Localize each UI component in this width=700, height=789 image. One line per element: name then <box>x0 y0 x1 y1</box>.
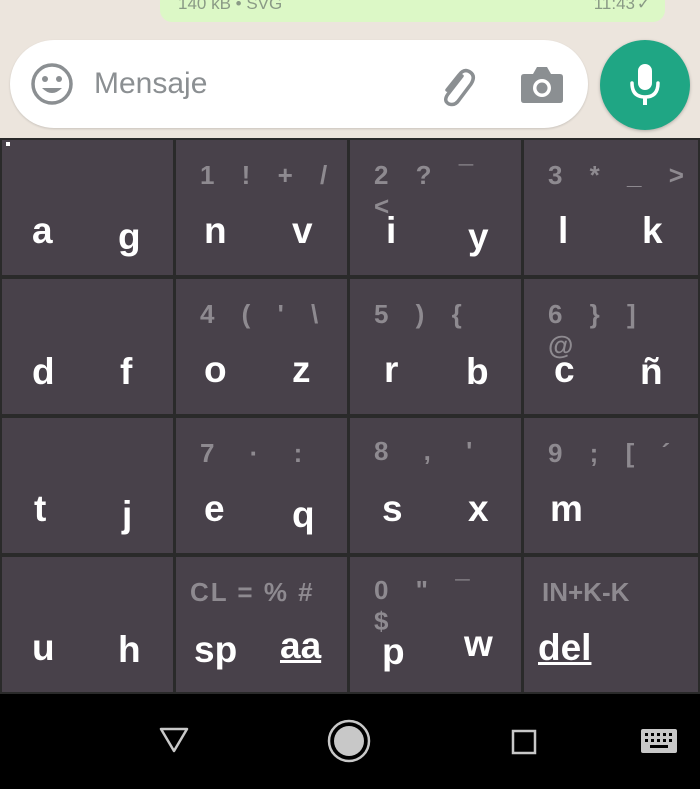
key-letter: l <box>558 210 569 251</box>
key-letter: v <box>292 210 313 251</box>
key-letter: f <box>120 351 133 392</box>
key-letter: y <box>468 216 489 257</box>
keyboard-icon[interactable] <box>640 728 678 754</box>
check-icon: ✓ <box>636 0 651 13</box>
message-composer[interactable]: Mensaje <box>10 40 588 128</box>
voice-record-button[interactable] <box>600 40 690 130</box>
key-letter: p <box>382 631 405 672</box>
emoji-icon[interactable] <box>30 62 74 106</box>
space-key-label: sp <box>194 629 238 670</box>
key-symbols: 9 ; [ ´ <box>548 438 681 468</box>
key-letter: d <box>32 351 55 392</box>
delete-key-label: del <box>538 627 592 668</box>
system-nav-bar <box>0 694 700 789</box>
key-letter: ñ <box>640 351 663 392</box>
recents-square-icon[interactable] <box>510 728 538 756</box>
key-symbols: 1 ! + / <box>200 160 338 190</box>
key-space-caps[interactable]: CL = % # sp aa <box>176 557 347 692</box>
corner-marker <box>6 142 10 146</box>
message-input[interactable]: Mensaje <box>94 67 207 101</box>
key-c-ene[interactable]: 6 } ] @ c ñ <box>524 279 698 414</box>
key-letter: x <box>468 488 489 529</box>
key-letter: o <box>204 349 227 390</box>
key-a-g[interactable]: a g <box>2 140 173 275</box>
caps-key-label: aa <box>280 625 322 666</box>
key-letter: b <box>466 351 489 392</box>
key-letter: j <box>122 494 133 535</box>
key-symbols: 5 ) { <box>374 299 472 329</box>
key-letter: n <box>204 210 227 251</box>
camera-icon[interactable] <box>518 62 566 106</box>
key-symbols: 4 ( ' \ <box>200 299 329 329</box>
keyboard: a g 1 ! + / n v 2 ? ¯ < i y 3 * _ > l k … <box>0 138 700 694</box>
key-m[interactable]: 9 ; [ ´ m <box>524 418 698 553</box>
home-circle-icon[interactable] <box>326 718 372 764</box>
key-e-q[interactable]: 7 · : e q <box>176 418 347 553</box>
key-letter: c <box>554 349 575 390</box>
key-letter: q <box>292 494 315 535</box>
key-letter: u <box>32 627 55 668</box>
key-letter: g <box>118 216 141 257</box>
paperclip-icon[interactable] <box>432 62 478 108</box>
key-letter: r <box>384 349 399 390</box>
key-l-k[interactable]: 3 * _ > l k <box>524 140 698 275</box>
key-letter: a <box>32 210 53 251</box>
key-symbols: CL = % # <box>190 577 315 607</box>
key-letter: e <box>204 488 225 529</box>
message-time: 11:43 <box>593 0 635 13</box>
key-symbols: IN+K-K <box>542 577 630 607</box>
microphone-icon <box>630 64 660 105</box>
key-t-j[interactable]: t j <box>2 418 173 553</box>
key-letter: t <box>34 488 47 529</box>
key-i-y[interactable]: 2 ? ¯ < i y <box>350 140 521 275</box>
chat-area: 140 kB • SVG 11:43 ✓ Mensaje <box>0 0 700 138</box>
back-triangle-icon[interactable] <box>158 726 190 754</box>
key-letter: h <box>118 629 141 670</box>
key-r-b[interactable]: 5 ) { r b <box>350 279 521 414</box>
key-o-z[interactable]: 4 ( ' \ o z <box>176 279 347 414</box>
key-d-f[interactable]: d f <box>2 279 173 414</box>
key-s-x[interactable]: 8 , ' s x <box>350 418 521 553</box>
key-letter: z <box>292 349 311 390</box>
key-symbols: 3 * _ > <box>548 160 694 190</box>
key-n-v[interactable]: 1 ! + / n v <box>176 140 347 275</box>
key-letter: i <box>386 210 397 251</box>
key-u-h[interactable]: u h <box>2 557 173 692</box>
message-meta: 140 kB • SVG <box>178 0 283 13</box>
key-letter: w <box>464 623 493 664</box>
key-p-w[interactable]: 0 " ¯ $ p w <box>350 557 521 692</box>
key-letter: m <box>550 488 583 529</box>
message-bubble[interactable]: 140 kB • SVG 11:43 ✓ <box>160 0 665 22</box>
key-symbols: 8 , ' <box>374 436 487 466</box>
key-symbols: 0 " ¯ $ <box>374 575 480 636</box>
key-letter: k <box>642 210 663 251</box>
key-letter: s <box>382 488 403 529</box>
key-delete[interactable]: IN+K-K del <box>524 557 698 692</box>
key-symbols: 7 · : <box>200 438 317 468</box>
